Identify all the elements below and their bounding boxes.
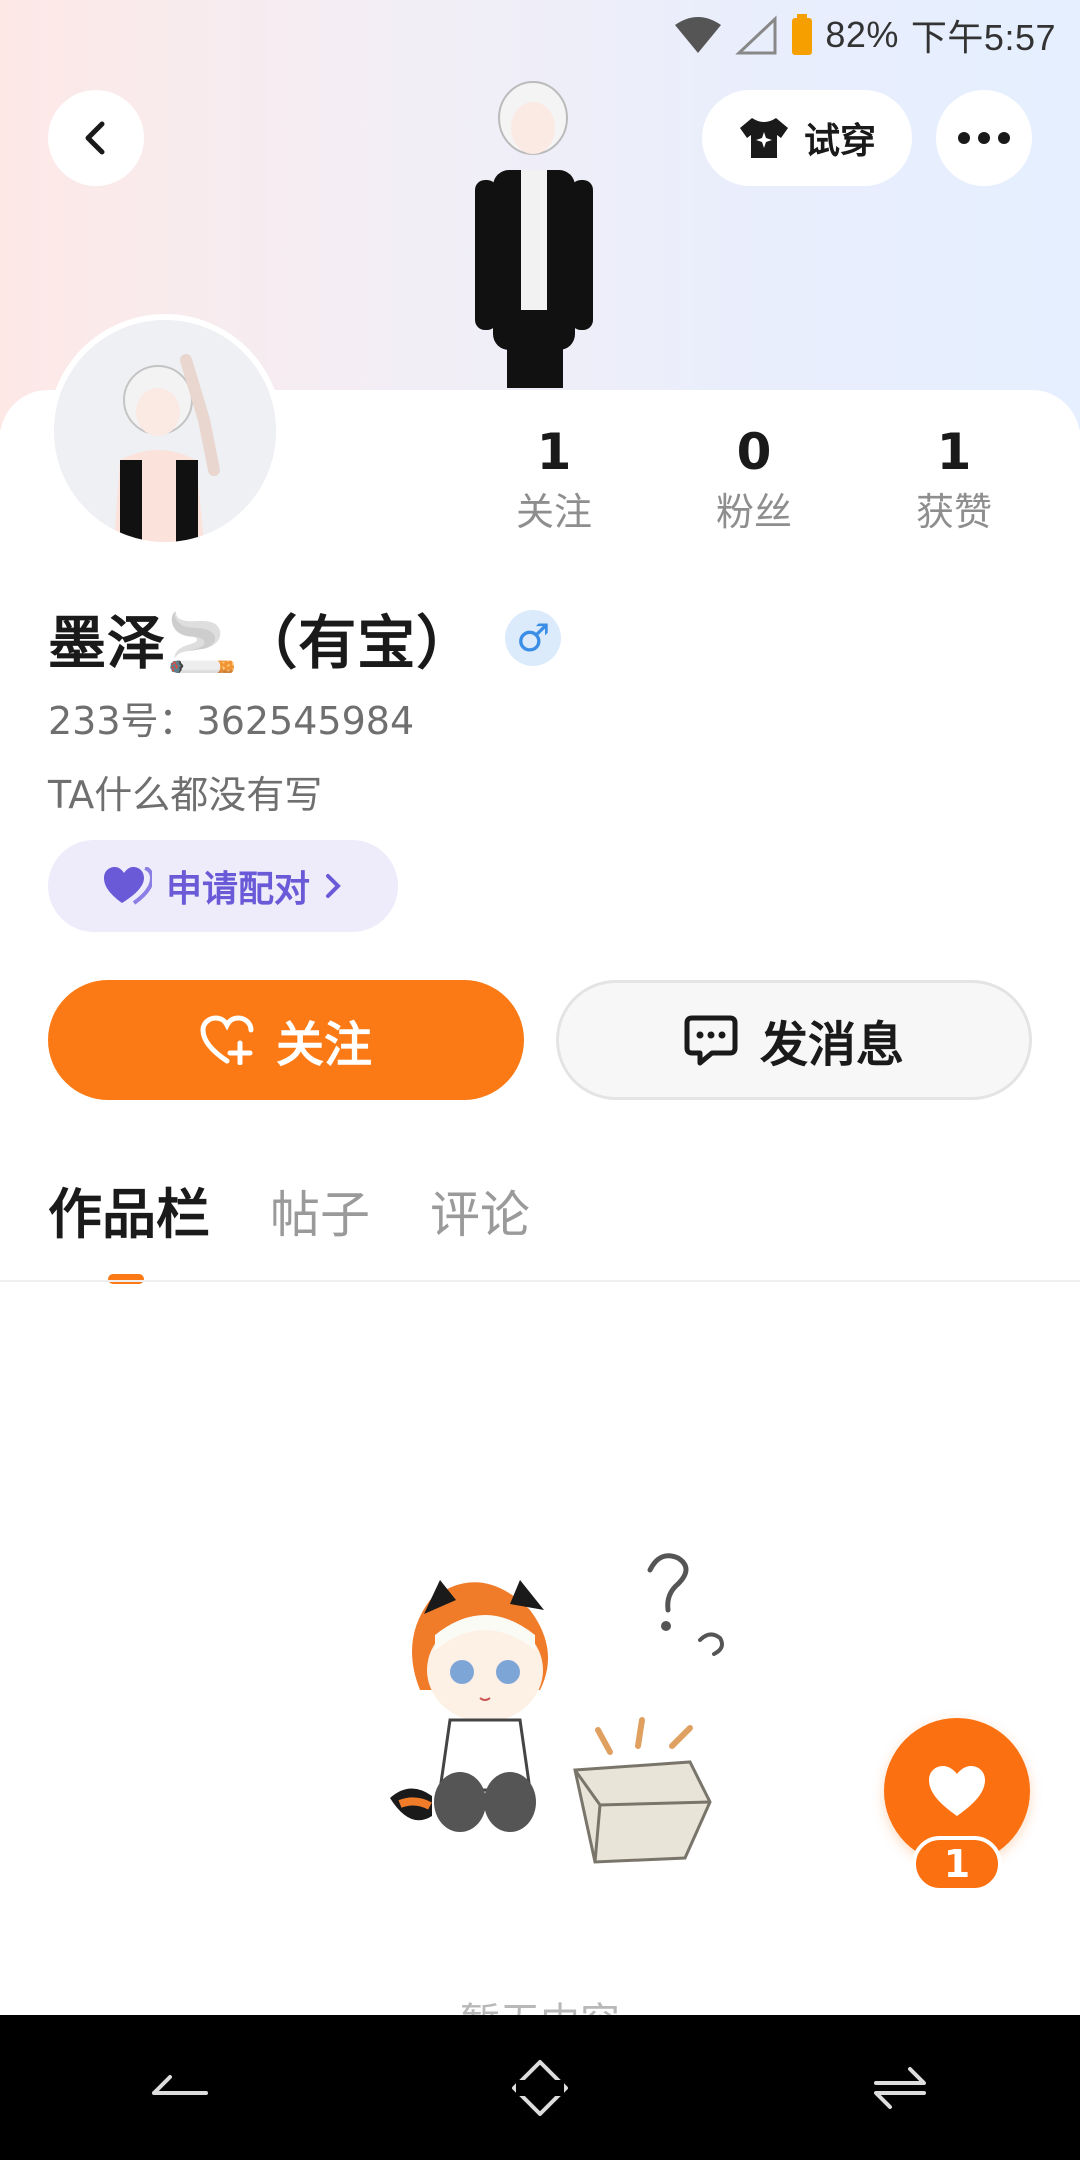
name-row: 墨泽🚬（有宝） ♂ bbox=[48, 596, 562, 680]
more-button[interactable] bbox=[936, 90, 1032, 186]
tab-label: 评论 bbox=[430, 1186, 530, 1244]
stat-followers[interactable]: 0 粉丝 bbox=[654, 420, 854, 540]
pair-request-button[interactable]: 申请配对 bbox=[48, 840, 398, 932]
chevron-right-icon bbox=[326, 874, 341, 898]
tab-comments[interactable]: 评论 bbox=[430, 1180, 530, 1250]
stat-likes[interactable]: 1 获赞 bbox=[854, 420, 1054, 540]
back-button[interactable] bbox=[48, 90, 144, 186]
try-on-button[interactable]: 试穿 bbox=[702, 90, 912, 186]
nav-home-icon bbox=[512, 2059, 568, 2116]
follow-button[interactable]: 关注 bbox=[48, 980, 524, 1100]
tab-works[interactable]: 作品栏 bbox=[48, 1180, 210, 1284]
content-tabs: 作品栏 帖子 评论 bbox=[48, 1180, 530, 1284]
nav-recent-button[interactable] bbox=[850, 2038, 950, 2138]
nav-recent-icon bbox=[874, 2066, 926, 2109]
stat-value: 0 bbox=[736, 423, 772, 481]
tab-posts[interactable]: 帖子 bbox=[270, 1180, 370, 1250]
more-icon bbox=[958, 132, 1010, 144]
try-on-label: 试穿 bbox=[803, 121, 876, 162]
like-count-badge: 1 bbox=[912, 1836, 1002, 1892]
stat-value: 1 bbox=[936, 423, 972, 481]
follow-label: 关注 bbox=[275, 1017, 372, 1073]
tabs-divider bbox=[0, 1280, 1080, 1282]
follow-heart-icon bbox=[200, 1015, 254, 1065]
nav-back-icon bbox=[152, 2074, 208, 2095]
stat-label: 粉丝 bbox=[715, 490, 792, 534]
chat-icon bbox=[684, 1015, 738, 1066]
shirt-icon bbox=[739, 118, 788, 158]
tab-label: 帖子 bbox=[270, 1186, 370, 1244]
male-icon: ♂ bbox=[505, 610, 562, 666]
avatar-image bbox=[54, 320, 276, 542]
status-bar: 82% 下午5:57 bbox=[0, 0, 1080, 70]
stat-label: 关注 bbox=[515, 490, 592, 534]
active-tab-indicator bbox=[108, 1274, 144, 1284]
battery-icon bbox=[792, 14, 813, 55]
battery-level: 82% bbox=[825, 14, 899, 55]
profile-stats: 1 关注 0 粉丝 1 获赞 bbox=[454, 420, 1054, 540]
nav-back-button[interactable] bbox=[130, 2038, 230, 2138]
stat-value: 1 bbox=[536, 423, 572, 481]
wifi-icon bbox=[675, 17, 722, 53]
username: 墨泽🚬（有宝） bbox=[48, 609, 476, 677]
heart-icon bbox=[929, 1766, 985, 1816]
tab-label: 作品栏 bbox=[48, 1183, 210, 1246]
back-icon bbox=[85, 121, 105, 155]
user-id: 233号：362545984 bbox=[48, 699, 415, 743]
pair-heart-icon bbox=[103, 867, 152, 905]
message-button[interactable]: 发消息 bbox=[556, 980, 1032, 1100]
avatar[interactable] bbox=[48, 314, 282, 548]
message-label: 发消息 bbox=[759, 1017, 904, 1073]
system-nav-bar bbox=[0, 2015, 1080, 2160]
stat-label: 获赞 bbox=[915, 490, 992, 534]
stat-following[interactable]: 1 关注 bbox=[454, 420, 654, 540]
bio: TA什么都没有写 bbox=[48, 773, 323, 817]
nav-home-button[interactable] bbox=[490, 2038, 590, 2138]
signal-icon bbox=[735, 15, 777, 55]
character-figure bbox=[475, 81, 593, 388]
empty-state-illustration bbox=[390, 1553, 724, 1864]
pair-label: 申请配对 bbox=[165, 869, 310, 910]
clock: 下午5:57 bbox=[910, 17, 1056, 58]
